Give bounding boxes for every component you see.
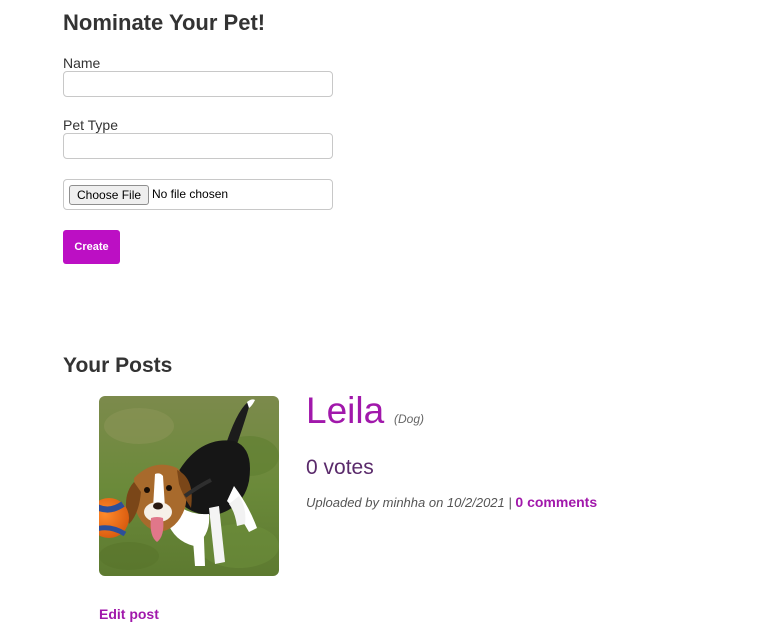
name-label: Name xyxy=(63,55,101,71)
post-meta: Uploaded by minhha on 10/2/2021 | 0 comm… xyxy=(306,494,597,510)
create-button[interactable]: Create xyxy=(63,230,120,264)
post-image xyxy=(99,396,279,576)
name-input[interactable] xyxy=(63,71,333,97)
vote-count: 0 votes xyxy=(306,456,374,479)
comments-link[interactable]: 0 comments xyxy=(515,494,597,510)
choose-file-button[interactable]: Choose File xyxy=(69,185,150,205)
beagle-dog-photo xyxy=(99,396,279,576)
your-posts-title: Your Posts xyxy=(63,354,173,377)
nominate-form-title: Nominate Your Pet! xyxy=(63,10,266,35)
edit-post-link[interactable]: Edit post xyxy=(99,606,159,622)
pet-type-label: Pet Type xyxy=(63,117,119,133)
file-upload-field: Choose File No file chosen xyxy=(63,179,333,210)
pet-type: (Dog) xyxy=(394,412,425,426)
meta-separator: | xyxy=(508,495,512,510)
uploaded-by-text: Uploaded by minhha on 10/2/2021 xyxy=(306,495,505,510)
page: Nominate Your Pet! Name Pet Type Choose … xyxy=(0,0,777,638)
file-status-text: No file chosen xyxy=(152,187,229,201)
pet-type-input[interactable] xyxy=(63,133,333,159)
pet-name: Leila xyxy=(306,390,385,431)
